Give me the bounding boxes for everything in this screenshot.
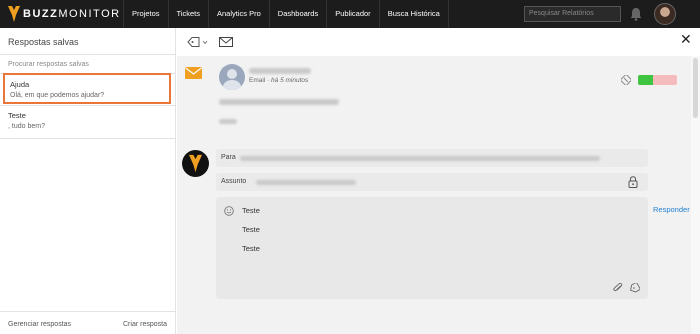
response-preview: Olá, em que podemos ajudar? [10, 92, 105, 99]
email-channel-icon [185, 67, 202, 79]
logo-icon [8, 6, 20, 22]
tag-icon[interactable] [187, 36, 209, 48]
response-title: Teste [8, 111, 26, 120]
buzzmonitor-logo[interactable]: BUZZMONITOR [8, 6, 121, 22]
response-preview: , tudo bem? [8, 123, 45, 130]
message-channel: Email [249, 77, 266, 84]
logo-text-bold: BUZZ [23, 8, 59, 20]
ticket-icon[interactable] [621, 75, 631, 85]
sentiment-negative-button[interactable] [653, 75, 677, 85]
to-label: Para [221, 154, 236, 161]
message-time: há 5 minutos [271, 77, 309, 84]
divider [0, 54, 176, 55]
saved-responses-panel: Respostas salvas Procurar respostas salv… [0, 28, 176, 334]
mail-icon[interactable] [219, 37, 233, 47]
sentiment-positive-button[interactable] [638, 75, 653, 85]
scrollbar[interactable] [691, 56, 700, 334]
message-body-redacted [219, 99, 339, 105]
conversation-toolbar: ✕ [177, 28, 700, 56]
nav-projetos[interactable]: Projetos [123, 0, 168, 28]
sender-name-redacted [249, 68, 311, 74]
emoji-icon[interactable] [224, 206, 234, 216]
sender-avatar [219, 64, 245, 90]
reply-button[interactable]: Responder [653, 205, 690, 214]
main-nav: Projetos Tickets Analytics Pro Dashboard… [123, 0, 449, 28]
search-reports-input[interactable]: Pesquisar Relatórios [524, 6, 621, 22]
divider [0, 311, 176, 312]
nav-analytics-pro[interactable]: Analytics Pro [208, 0, 269, 28]
brand-avatar [182, 150, 209, 177]
create-response-link[interactable]: Criar resposta [123, 321, 167, 328]
subject-redacted [256, 180, 356, 185]
user-avatar[interactable] [654, 3, 676, 25]
tag-icon[interactable] [629, 283, 640, 293]
message-meta: Email · há 5 minutos [249, 77, 309, 84]
manage-responses-link[interactable]: Gerenciar respostas [8, 321, 71, 328]
nav-tickets[interactable]: Tickets [167, 0, 208, 28]
divider [0, 138, 176, 139]
saved-response-item-teste[interactable]: Teste , tudo bem? [3, 106, 171, 137]
saved-response-item-ajuda[interactable]: Ajuda Olá, em que podemos ajudar? [3, 73, 171, 104]
editor-line: Teste [242, 244, 260, 253]
brand-logo-icon [189, 154, 202, 173]
nav-dashboards[interactable]: Dashboards [268, 0, 326, 28]
editor-line: Teste [242, 225, 260, 234]
top-navbar: BUZZMONITOR Projetos Tickets Analytics P… [0, 0, 700, 28]
reply-editor[interactable]: Teste Teste Teste [216, 197, 648, 299]
nav-busca-historica[interactable]: Busca Histórica [378, 0, 449, 28]
nav-publicador[interactable]: Publicador [326, 0, 378, 28]
lock-icon[interactable] [628, 176, 638, 188]
recipient-redacted [240, 156, 600, 161]
response-title: Ajuda [10, 80, 30, 89]
message-signature-redacted [219, 119, 237, 124]
bell-icon[interactable] [630, 7, 642, 21]
close-icon[interactable]: ✕ [680, 32, 692, 48]
subject-label: Assunto [221, 178, 247, 185]
logo-text-light: MONITOR [58, 8, 121, 20]
panel-title: Respostas salvas [8, 37, 79, 47]
editor-line: Teste [242, 206, 260, 215]
search-responses-input[interactable]: Procurar respostas salvas [8, 61, 89, 68]
scrollbar-thumb[interactable] [693, 58, 698, 118]
attachment-icon[interactable] [613, 283, 623, 293]
